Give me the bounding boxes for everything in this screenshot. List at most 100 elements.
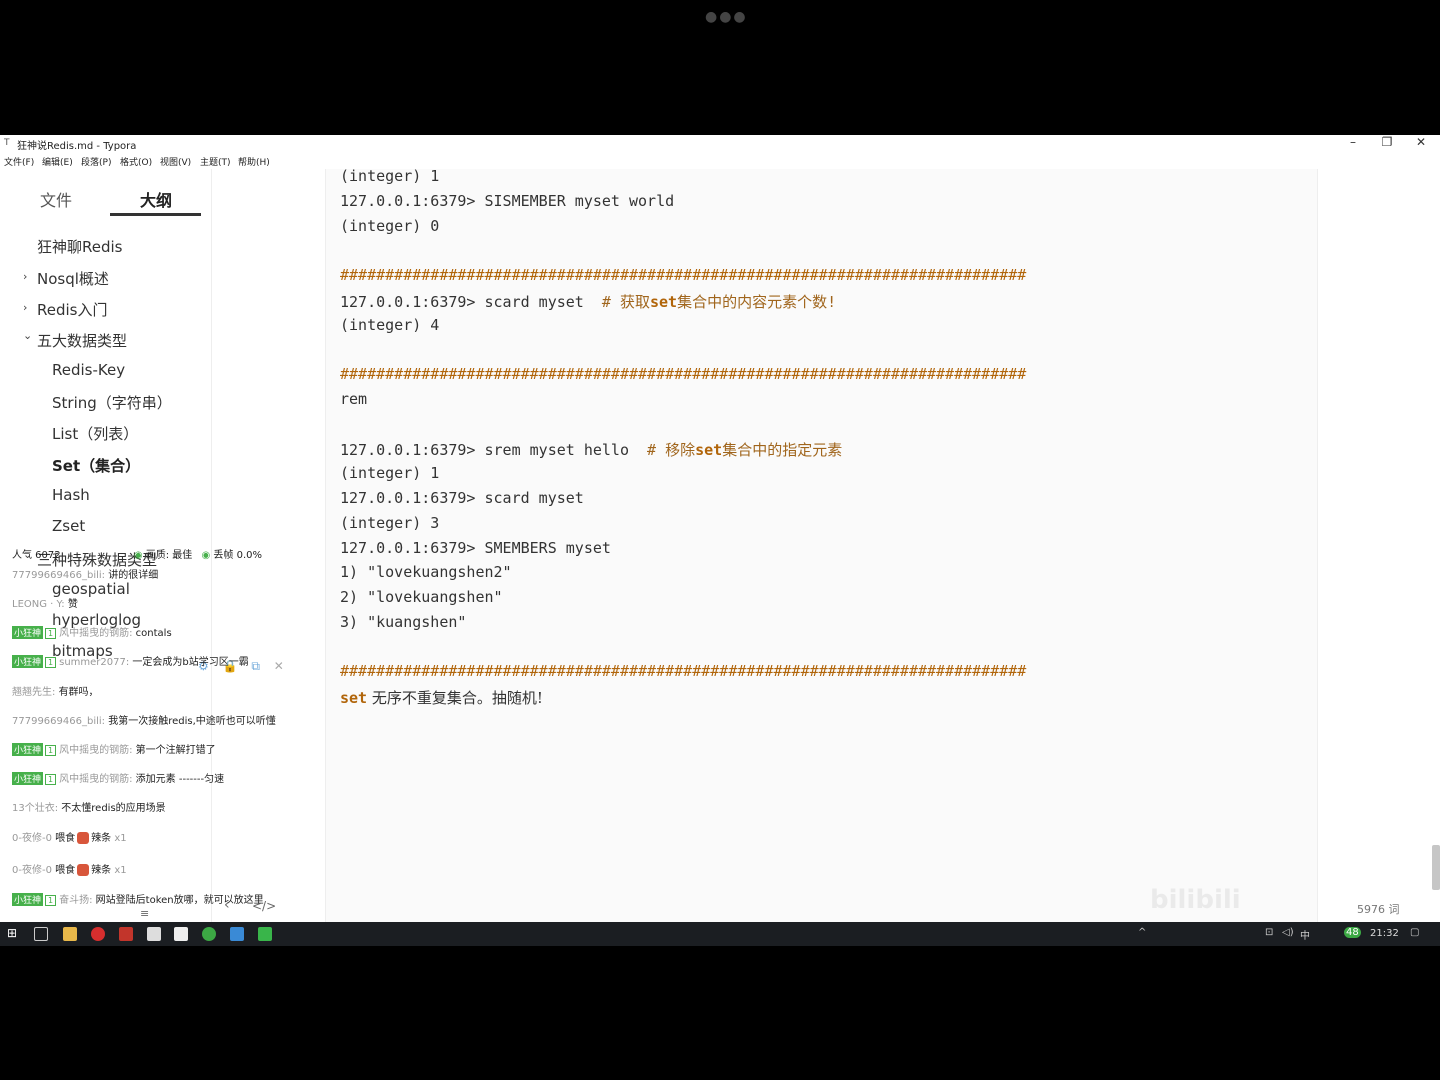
menu-bar: 文件(F) 编辑(E) 段落(P) 格式(O) 视图(V) 主题(T) 帮助(H… bbox=[0, 153, 1440, 169]
menu-format[interactable]: 格式(O) bbox=[120, 155, 152, 168]
notification-icon[interactable]: ▢ bbox=[1410, 927, 1419, 938]
app-icon[interactable] bbox=[91, 927, 105, 941]
title-bar: T 狂神说Redis.md - Typora – ❐ ✕ bbox=[0, 135, 1440, 152]
danmaku-text: 讲的很详细 bbox=[108, 570, 159, 581]
fan-badge: 小狂神 bbox=[12, 626, 44, 639]
fan-badge: 小狂神 bbox=[12, 893, 44, 906]
minimize-button[interactable]: – bbox=[1338, 135, 1368, 149]
tab-files[interactable]: 文件 bbox=[40, 187, 72, 211]
scrollbar-thumb[interactable] bbox=[1432, 845, 1440, 890]
outline-item-nosql[interactable]: Nosql概述 bbox=[37, 268, 109, 289]
video-bottom-letterbox bbox=[0, 946, 1440, 1080]
tab-outline[interactable]: 大纲 bbox=[140, 187, 172, 211]
window-title: 狂神说Redis.md - Typora bbox=[17, 141, 137, 152]
typora-app-icon: T bbox=[4, 138, 10, 148]
clock[interactable]: 21:32 bbox=[1370, 928, 1399, 939]
badge-level: 1 bbox=[45, 628, 57, 639]
close-button[interactable]: ✕ bbox=[1406, 135, 1436, 149]
quality-dot-icon: ◉ bbox=[133, 550, 143, 561]
chevron-up-icon[interactable]: ^ bbox=[1138, 927, 1146, 938]
quality-text: 画质: 最佳 bbox=[145, 550, 193, 561]
outline-item-string[interactable]: String（字符串） bbox=[52, 392, 172, 413]
file-explorer-icon[interactable] bbox=[63, 927, 77, 941]
danmaku-user: 77799669466_bili: bbox=[12, 570, 106, 581]
chevron-right-icon[interactable]: › bbox=[23, 301, 27, 314]
menu-paragraph[interactable]: 段落(P) bbox=[81, 155, 111, 168]
network-icon[interactable]: ⊡ bbox=[1265, 927, 1273, 938]
danmaku-text: 有群吗， bbox=[58, 687, 99, 698]
close-icon[interactable]: ✕ bbox=[274, 659, 284, 673]
comment-keyword: set bbox=[649, 293, 678, 311]
menu-lines-icon[interactable]: ≡ bbox=[140, 907, 149, 920]
chevron-left-icon[interactable]: ‹ bbox=[224, 897, 230, 913]
outline-item-title[interactable]: 狂神聊Redis bbox=[37, 236, 122, 257]
gift-count: x1 bbox=[114, 833, 127, 844]
app-icon[interactable] bbox=[147, 927, 161, 941]
outline-item-five-types[interactable]: 五大数据类型 bbox=[37, 330, 127, 351]
code-line: 127.0.0.1:6379> srem myset hello # 移除set… bbox=[340, 439, 842, 460]
task-view-icon[interactable] bbox=[34, 927, 48, 941]
hash-text: ########################################… bbox=[340, 662, 1027, 680]
popularity-text: 人气 6072 bbox=[12, 550, 61, 561]
danmaku-item: 小狂神 1 风中摇曳的钢筋: contals bbox=[12, 624, 172, 639]
menu-help[interactable]: 帮助(H) bbox=[238, 155, 270, 168]
badge-level: 1 bbox=[45, 745, 57, 756]
outline-item-set[interactable]: Set（集合） bbox=[52, 455, 140, 476]
danmaku-user: 13个壮衣: bbox=[12, 803, 59, 814]
danmaku-item: 小狂神 1 风中摇曳的钢筋: 添加元素 -------匀速 bbox=[12, 770, 224, 785]
editor-area[interactable]: (integer) 1 127.0.0.1:6379> SISMEMBER my… bbox=[325, 167, 1318, 922]
menu-theme[interactable]: 主题(T) bbox=[200, 155, 231, 168]
more-dots-icon[interactable]: ●●● bbox=[705, 9, 748, 25]
live-stats: 人气 6072 ◉ 画质: 最佳 ◉ 丢帧 0.0% bbox=[12, 546, 262, 561]
source-code-icon[interactable]: </> bbox=[252, 899, 276, 913]
comment-text: # 移除 bbox=[647, 441, 696, 459]
comment-text: # 获取 bbox=[601, 293, 650, 311]
outline-item-zset[interactable]: Zset bbox=[52, 517, 85, 535]
outline-item-hash[interactable]: Hash bbox=[52, 486, 90, 504]
hash-text: ########################################… bbox=[340, 266, 1027, 284]
app-icon[interactable] bbox=[230, 927, 244, 941]
drop-frame-text: 丢帧 0.0% bbox=[213, 550, 263, 561]
danmaku-gift-item: 0-夜修-0 喂食 辣条 x1 bbox=[12, 829, 127, 844]
danmaku-user: summer2077: bbox=[59, 657, 130, 668]
danmaku-text: 网站登陆后token放哪，就可以放这里 bbox=[95, 895, 264, 906]
chevron-right-icon[interactable]: › bbox=[23, 270, 27, 283]
danmaku-user: 翘翘先生: bbox=[12, 687, 56, 698]
code-line: rem bbox=[340, 390, 368, 408]
app-icon[interactable] bbox=[202, 927, 216, 941]
code-line: 127.0.0.1:6379> SISMEMBER myset world bbox=[340, 192, 675, 210]
fan-badge: 小狂神 bbox=[12, 655, 44, 668]
menu-view[interactable]: 视图(V) bbox=[160, 155, 191, 168]
badge-level: 1 bbox=[45, 657, 57, 668]
typora-taskbar-icon[interactable] bbox=[174, 927, 188, 941]
outline-item-redis-key[interactable]: Redis-Key bbox=[52, 361, 125, 379]
command-text: 127.0.0.1:6379> srem myset hello bbox=[340, 441, 648, 459]
ime-indicator[interactable]: 中 bbox=[1300, 927, 1310, 942]
active-tab-indicator bbox=[110, 213, 201, 216]
code-line: 1) "lovekuangshen2" bbox=[340, 563, 512, 581]
outline-item-list[interactable]: List（列表） bbox=[52, 423, 138, 444]
windows-start-icon[interactable]: ⊞ bbox=[7, 926, 21, 940]
fan-badge: 小狂神 bbox=[12, 772, 44, 785]
gift-name: 辣条 bbox=[91, 865, 112, 876]
hash-separator: ########################################… bbox=[340, 365, 1026, 383]
sidebar-tabs: 文件 大纲 bbox=[0, 169, 212, 219]
volume-icon[interactable]: ◁) bbox=[1282, 927, 1294, 938]
menu-edit[interactable]: 编辑(E) bbox=[42, 155, 73, 168]
danmaku-text: 第一个注解打错了 bbox=[135, 745, 216, 756]
app-icon[interactable] bbox=[119, 927, 133, 941]
gift-name: 辣条 bbox=[91, 833, 112, 844]
danmaku-text: contals bbox=[135, 628, 172, 639]
wechat-icon[interactable] bbox=[258, 927, 272, 941]
outline-item-redis-intro[interactable]: Redis入门 bbox=[37, 299, 107, 320]
hash-separator: ########################################… bbox=[340, 266, 1026, 284]
code-line: set 无序不重复集合。抽随机! bbox=[340, 687, 543, 708]
popout-icon[interactable]: ⧉ bbox=[251, 659, 260, 673]
chevron-down-icon[interactable]: ⌄ bbox=[23, 329, 32, 342]
danmaku-item: 77799669466_bili: 讲的很详细 bbox=[12, 566, 158, 581]
maximize-button[interactable]: ❐ bbox=[1372, 135, 1402, 149]
code-line: 3) "kuangshen" bbox=[340, 613, 467, 631]
danmaku-item: 小狂神 1 summer2077: 一定会成为b站学习区一霸 bbox=[12, 653, 249, 668]
code-line: (integer) 3 bbox=[340, 514, 440, 532]
menu-file[interactable]: 文件(F) bbox=[4, 155, 34, 168]
